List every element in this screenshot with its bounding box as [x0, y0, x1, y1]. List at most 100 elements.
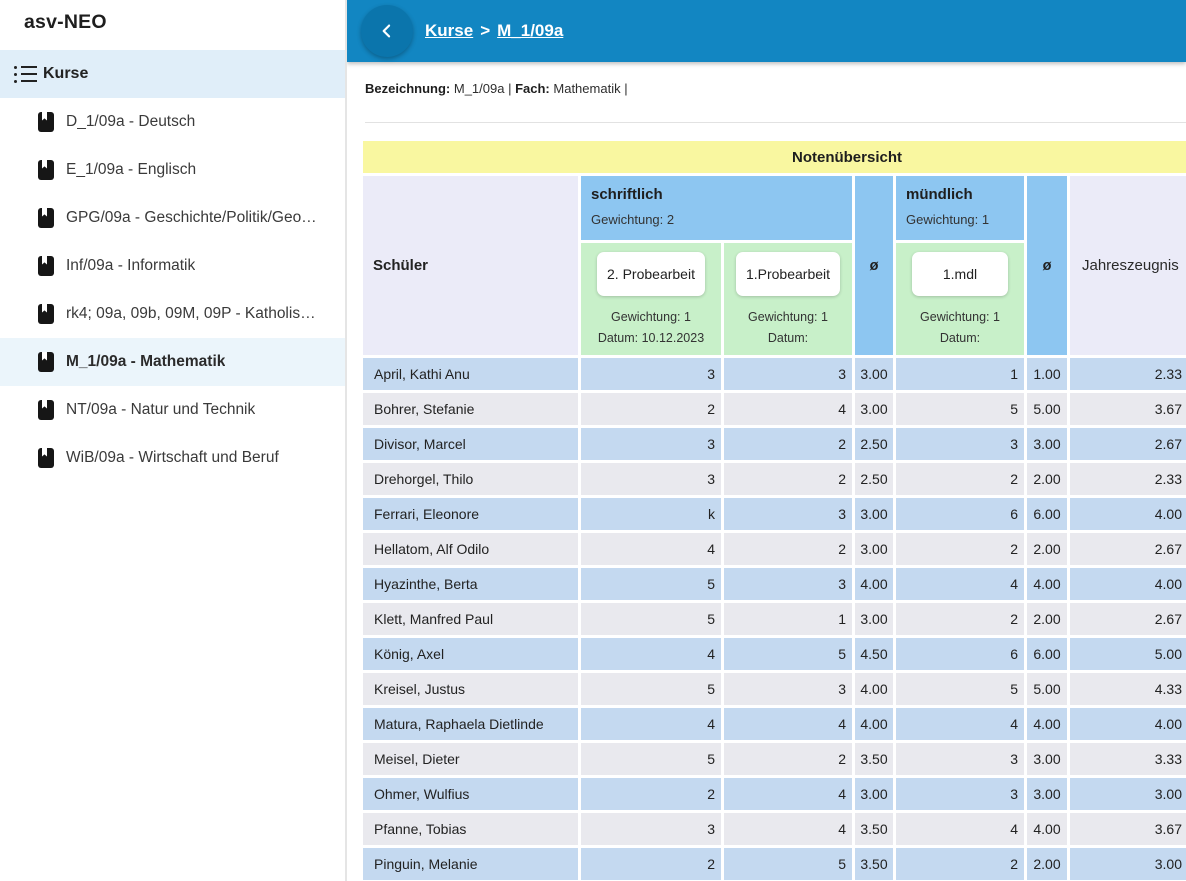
- grade-cell-pa2[interactable]: 3: [581, 813, 721, 845]
- grade-cell-mdl[interactable]: 2: [896, 463, 1024, 495]
- avg-schriftlich-cell[interactable]: 3.00: [855, 393, 893, 425]
- student-name-cell[interactable]: Divisor, Marcel: [363, 428, 578, 460]
- avg-muendlich-cell[interactable]: 5.00: [1027, 673, 1067, 705]
- avg-muendlich-cell[interactable]: 4.00: [1027, 708, 1067, 740]
- grade-cell-pa1[interactable]: 2: [724, 743, 852, 775]
- student-name-cell[interactable]: König, Axel: [363, 638, 578, 670]
- avg-muendlich-cell[interactable]: 4.00: [1027, 568, 1067, 600]
- jahreszeugnis-cell[interactable]: 4.00: [1070, 708, 1186, 740]
- sidebar-course-item[interactable]: M_1/09a - Mathematik: [0, 338, 345, 386]
- avg-muendlich-cell[interactable]: 3.00: [1027, 778, 1067, 810]
- grade-cell-pa2[interactable]: 5: [581, 603, 721, 635]
- jahreszeugnis-cell[interactable]: 5.00: [1070, 638, 1186, 670]
- grade-cell-pa2[interactable]: k: [581, 498, 721, 530]
- grade-cell-pa1[interactable]: 4: [724, 813, 852, 845]
- grade-cell-mdl[interactable]: 4: [896, 568, 1024, 600]
- grade-cell-pa1[interactable]: 4: [724, 778, 852, 810]
- grade-cell-pa2[interactable]: 2: [581, 393, 721, 425]
- grade-cell-mdl[interactable]: 1: [896, 358, 1024, 390]
- jahreszeugnis-cell[interactable]: 3.67: [1070, 813, 1186, 845]
- avg-schriftlich-cell[interactable]: 2.50: [855, 463, 893, 495]
- avg-schriftlich-cell[interactable]: 3.50: [855, 848, 893, 880]
- exam-name-button[interactable]: 1.mdl: [912, 252, 1008, 296]
- avg-muendlich-cell[interactable]: 6.00: [1027, 498, 1067, 530]
- sidebar-course-item[interactable]: rk4; 09a, 09b, 09M, 09P - Katholis…: [0, 290, 345, 338]
- grade-cell-pa1[interactable]: 5: [724, 848, 852, 880]
- grade-cell-mdl[interactable]: 5: [896, 393, 1024, 425]
- student-name-cell[interactable]: Drehorgel, Thilo: [363, 463, 578, 495]
- grade-cell-mdl[interactable]: 2: [896, 603, 1024, 635]
- grade-cell-mdl[interactable]: 3: [896, 778, 1024, 810]
- avg-schriftlich-cell[interactable]: 4.00: [855, 568, 893, 600]
- grade-cell-mdl[interactable]: 6: [896, 638, 1024, 670]
- grade-cell-pa2[interactable]: 3: [581, 463, 721, 495]
- student-name-cell[interactable]: Kreisel, Justus: [363, 673, 578, 705]
- grade-cell-mdl[interactable]: 2: [896, 533, 1024, 565]
- student-name-cell[interactable]: Hellatom, Alf Odilo: [363, 533, 578, 565]
- grade-cell-pa1[interactable]: 2: [724, 533, 852, 565]
- avg-muendlich-cell[interactable]: 2.00: [1027, 848, 1067, 880]
- avg-schriftlich-cell[interactable]: 3.00: [855, 603, 893, 635]
- exam-name-button[interactable]: 2. Probearbeit: [597, 252, 705, 296]
- sidebar-course-item[interactable]: GPG/09a - Geschichte/Politik/Geo…: [0, 194, 345, 242]
- jahreszeugnis-cell[interactable]: 4.00: [1070, 498, 1186, 530]
- grade-cell-mdl[interactable]: 4: [896, 708, 1024, 740]
- grade-cell-pa2[interactable]: 3: [581, 428, 721, 460]
- grade-cell-pa2[interactable]: 2: [581, 778, 721, 810]
- avg-muendlich-cell[interactable]: 3.00: [1027, 743, 1067, 775]
- grade-cell-pa2[interactable]: 4: [581, 708, 721, 740]
- grade-cell-mdl[interactable]: 4: [896, 813, 1024, 845]
- grade-cell-pa1[interactable]: 3: [724, 673, 852, 705]
- avg-muendlich-cell[interactable]: 3.00: [1027, 428, 1067, 460]
- avg-schriftlich-cell[interactable]: 3.00: [855, 358, 893, 390]
- jahreszeugnis-cell[interactable]: 4.33: [1070, 673, 1186, 705]
- grade-cell-pa2[interactable]: 5: [581, 673, 721, 705]
- grade-cell-mdl[interactable]: 2: [896, 848, 1024, 880]
- sidebar-course-item[interactable]: NT/09a - Natur und Technik: [0, 386, 345, 434]
- grade-cell-pa2[interactable]: 3: [581, 358, 721, 390]
- avg-muendlich-cell[interactable]: 2.00: [1027, 463, 1067, 495]
- avg-schriftlich-cell[interactable]: 3.00: [855, 498, 893, 530]
- jahreszeugnis-cell[interactable]: 3.00: [1070, 848, 1186, 880]
- student-name-cell[interactable]: Ferrari, Eleonore: [363, 498, 578, 530]
- grade-cell-pa1[interactable]: 1: [724, 603, 852, 635]
- avg-muendlich-cell[interactable]: 5.00: [1027, 393, 1067, 425]
- jahreszeugnis-cell[interactable]: 2.33: [1070, 358, 1186, 390]
- student-name-cell[interactable]: Pfanne, Tobias: [363, 813, 578, 845]
- sidebar-course-item[interactable]: WiB/09a - Wirtschaft und Beruf: [0, 434, 345, 482]
- grade-cell-pa2[interactable]: 5: [581, 743, 721, 775]
- grade-cell-pa1[interactable]: 2: [724, 428, 852, 460]
- grade-cell-pa1[interactable]: 4: [724, 393, 852, 425]
- avg-schriftlich-cell[interactable]: 2.50: [855, 428, 893, 460]
- exam-name-button[interactable]: 1.Probearbeit: [736, 252, 840, 296]
- student-name-cell[interactable]: Bohrer, Stefanie: [363, 393, 578, 425]
- grade-cell-pa2[interactable]: 4: [581, 533, 721, 565]
- grade-cell-pa1[interactable]: 3: [724, 358, 852, 390]
- grade-cell-pa1[interactable]: 4: [724, 708, 852, 740]
- jahreszeugnis-cell[interactable]: 2.33: [1070, 463, 1186, 495]
- jahreszeugnis-cell[interactable]: 2.67: [1070, 603, 1186, 635]
- avg-schriftlich-cell[interactable]: 4.00: [855, 673, 893, 705]
- avg-muendlich-cell[interactable]: 2.00: [1027, 603, 1067, 635]
- grade-cell-pa2[interactable]: 2: [581, 848, 721, 880]
- breadcrumb-current-link[interactable]: M_1/09a: [497, 21, 563, 41]
- grade-cell-pa1[interactable]: 5: [724, 638, 852, 670]
- grade-cell-pa1[interactable]: 3: [724, 498, 852, 530]
- student-name-cell[interactable]: Ohmer, Wulfius: [363, 778, 578, 810]
- grade-cell-pa2[interactable]: 4: [581, 638, 721, 670]
- jahreszeugnis-cell[interactable]: 2.67: [1070, 533, 1186, 565]
- sidebar-course-item[interactable]: E_1/09a - Englisch: [0, 146, 345, 194]
- avg-schriftlich-cell[interactable]: 4.00: [855, 708, 893, 740]
- grade-cell-pa1[interactable]: 3: [724, 568, 852, 600]
- sidebar-section-kurse[interactable]: Kurse: [0, 50, 345, 98]
- student-name-cell[interactable]: Meisel, Dieter: [363, 743, 578, 775]
- grade-cell-mdl[interactable]: 6: [896, 498, 1024, 530]
- grade-cell-mdl[interactable]: 3: [896, 743, 1024, 775]
- student-name-cell[interactable]: Klett, Manfred Paul: [363, 603, 578, 635]
- avg-schriftlich-cell[interactable]: 3.50: [855, 743, 893, 775]
- breadcrumb-kurse-link[interactable]: Kurse: [425, 21, 473, 41]
- jahreszeugnis-cell[interactable]: 4.00: [1070, 568, 1186, 600]
- student-name-cell[interactable]: Matura, Raphaela Dietlinde: [363, 708, 578, 740]
- avg-schriftlich-cell[interactable]: 3.00: [855, 778, 893, 810]
- jahreszeugnis-cell[interactable]: 2.67: [1070, 428, 1186, 460]
